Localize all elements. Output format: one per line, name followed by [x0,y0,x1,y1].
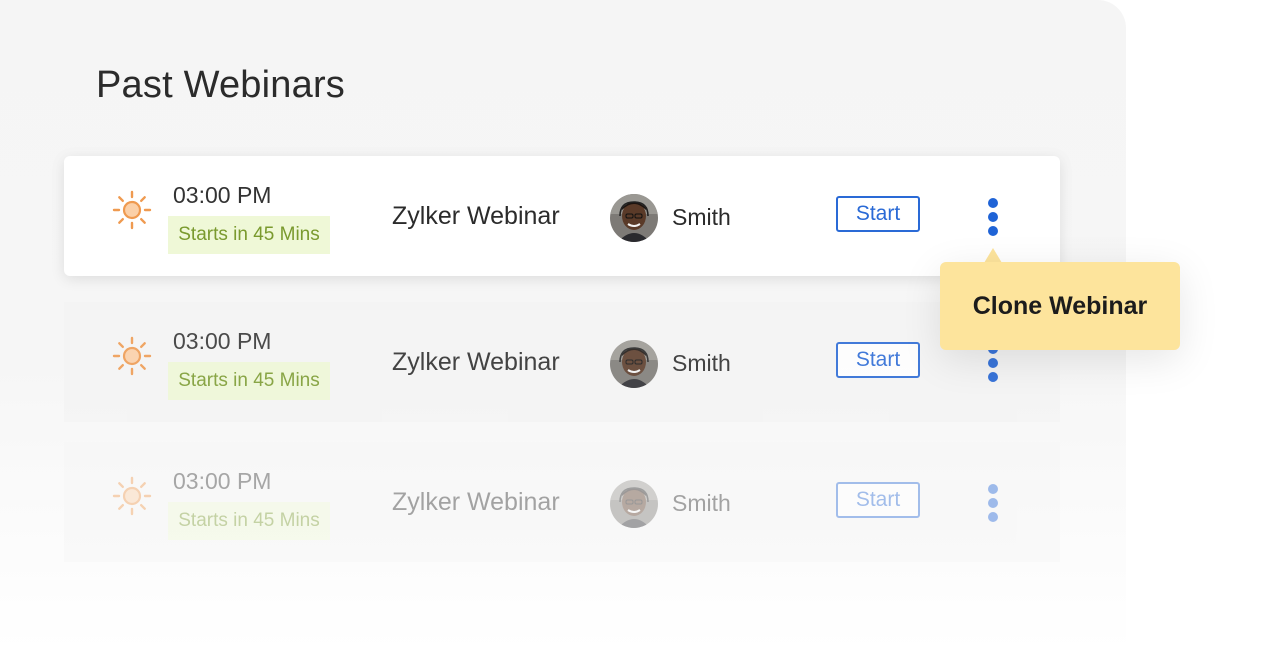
start-button[interactable]: Start [836,196,920,232]
webinar-row: 03:00 PM Starts in 45 Mins Zylker Webina… [64,442,1060,562]
webinar-name[interactable]: Zylker Webinar [392,488,560,517]
sun-icon [112,476,152,516]
webinar-time: 03:00 PM [173,468,272,494]
host-name: Smith [672,490,731,516]
status-badge: Starts in 45 Mins [168,216,330,254]
sun-icon [112,190,152,230]
status-badge: Starts in 45 Mins [168,502,330,540]
vertical-ellipsis-icon[interactable] [980,194,1006,240]
status-badge: Starts in 45 Mins [168,362,330,400]
page-title: Past Webinars [96,64,346,106]
webinar-name[interactable]: Zylker Webinar [392,202,560,231]
webinar-name[interactable]: Zylker Webinar [392,348,560,377]
avatar [610,340,658,388]
webinar-time: 03:00 PM [173,182,272,208]
tooltip-arrow [984,248,1002,263]
start-button[interactable]: Start [836,482,920,518]
sun-icon [112,336,152,376]
host-name: Smith [672,350,731,376]
webinar-row: 03:00 PM Starts in 45 Mins Zylker Webina… [64,156,1060,276]
webinar-time: 03:00 PM [173,328,272,354]
start-button[interactable]: Start [836,342,920,378]
webinar-row: 03:00 PM Starts in 45 Mins Zylker Webina… [64,302,1060,422]
avatar [610,480,658,528]
clone-webinar-tooltip[interactable]: Clone Webinar [940,262,1180,350]
host-name: Smith [672,204,731,230]
vertical-ellipsis-icon[interactable] [980,480,1006,526]
avatar [610,194,658,242]
